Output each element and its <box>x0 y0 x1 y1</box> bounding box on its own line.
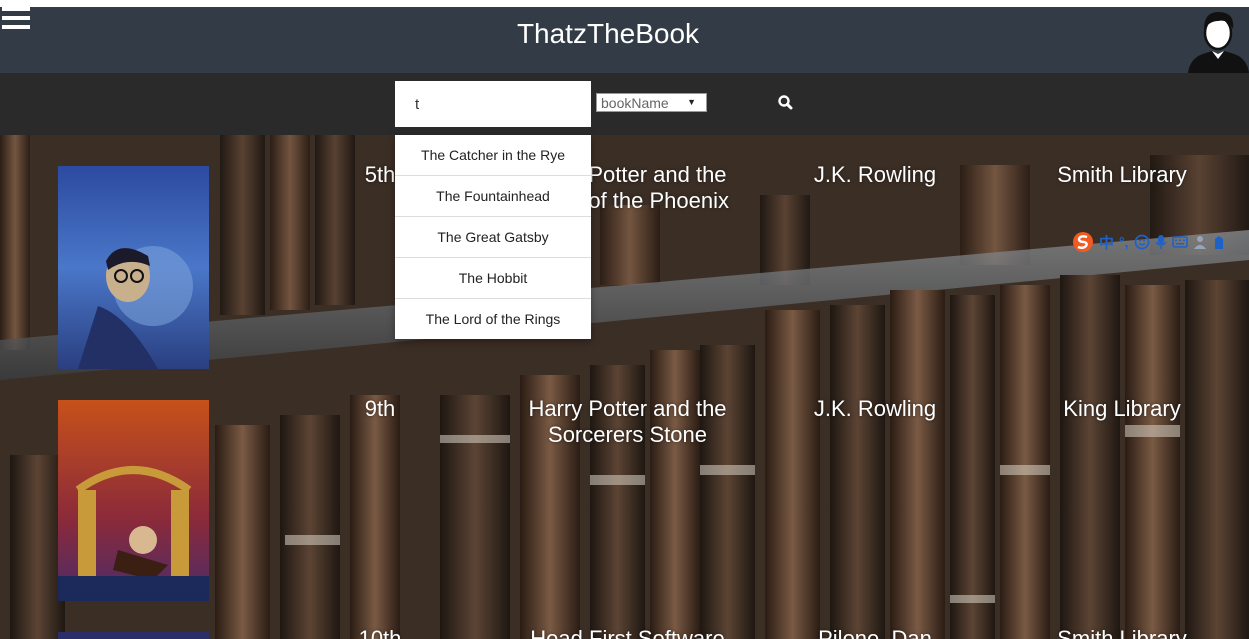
ime-mode-label[interactable]: 中 <box>1099 232 1114 253</box>
search-field-select[interactable]: bookName ▼ <box>596 93 707 112</box>
book-edition: 10th <box>358 626 402 639</box>
book-title-line: Sorcerers Stone <box>548 422 707 447</box>
book-cover-image[interactable] <box>58 632 209 639</box>
book-cover-image[interactable] <box>58 400 209 601</box>
book-title-line: Harry Potter and the <box>528 396 727 421</box>
suggestion-item[interactable]: The Catcher in the Rye <box>395 135 591 176</box>
suggestion-item[interactable]: The Great Gatsby <box>395 217 591 258</box>
book-title-line: Head First Software <box>530 626 725 639</box>
book-title[interactable]: Harry Potter and the Sorcerers Stone <box>505 396 750 448</box>
search-input[interactable] <box>395 81 591 127</box>
book-edition: 9th <box>364 396 396 421</box>
keyboard-icon[interactable] <box>1171 235 1188 249</box>
search-icon[interactable] <box>775 92 797 114</box>
user-tools-icon[interactable] <box>1193 234 1209 250</box>
app-title: ThatzTheBook <box>516 18 700 49</box>
book-library: Smith Library <box>1057 626 1187 639</box>
book-library: Smith Library <box>1057 162 1187 187</box>
user-avatar-icon[interactable] <box>1188 7 1249 73</box>
search-field-value: bookName <box>601 95 669 111</box>
book-author: J.K. Rowling <box>813 396 937 421</box>
suggestion-item[interactable]: The Lord of the Rings <box>395 299 591 339</box>
book-author: Pilone, Dan <box>818 626 932 639</box>
book-title[interactable]: Head First Software <box>505 626 750 639</box>
book-library: King Library <box>1063 396 1181 421</box>
dropdown-arrow-icon: ▼ <box>687 97 696 107</box>
ime-logo-icon[interactable] <box>1072 231 1094 253</box>
top-strip <box>0 0 1249 7</box>
suggestion-item[interactable]: The Hobbit <box>395 258 591 299</box>
autocomplete-dropdown: The Catcher in the Rye The Fountainhead … <box>395 135 591 339</box>
suggestion-item[interactable]: The Fountainhead <box>395 176 591 217</box>
punctuation-icon[interactable]: °, <box>1119 234 1129 250</box>
book-author: J.K. Rowling <box>813 162 937 187</box>
emoji-icon[interactable] <box>1134 234 1150 250</box>
book-results: 5th Harry Potter and the Order of the Ph… <box>0 135 1249 639</box>
book-cover-image[interactable] <box>58 166 209 369</box>
microphone-icon[interactable] <box>1154 234 1167 250</box>
skin-icon[interactable] <box>1214 234 1224 250</box>
ime-toolbar[interactable]: 中 °, <box>1072 228 1249 256</box>
